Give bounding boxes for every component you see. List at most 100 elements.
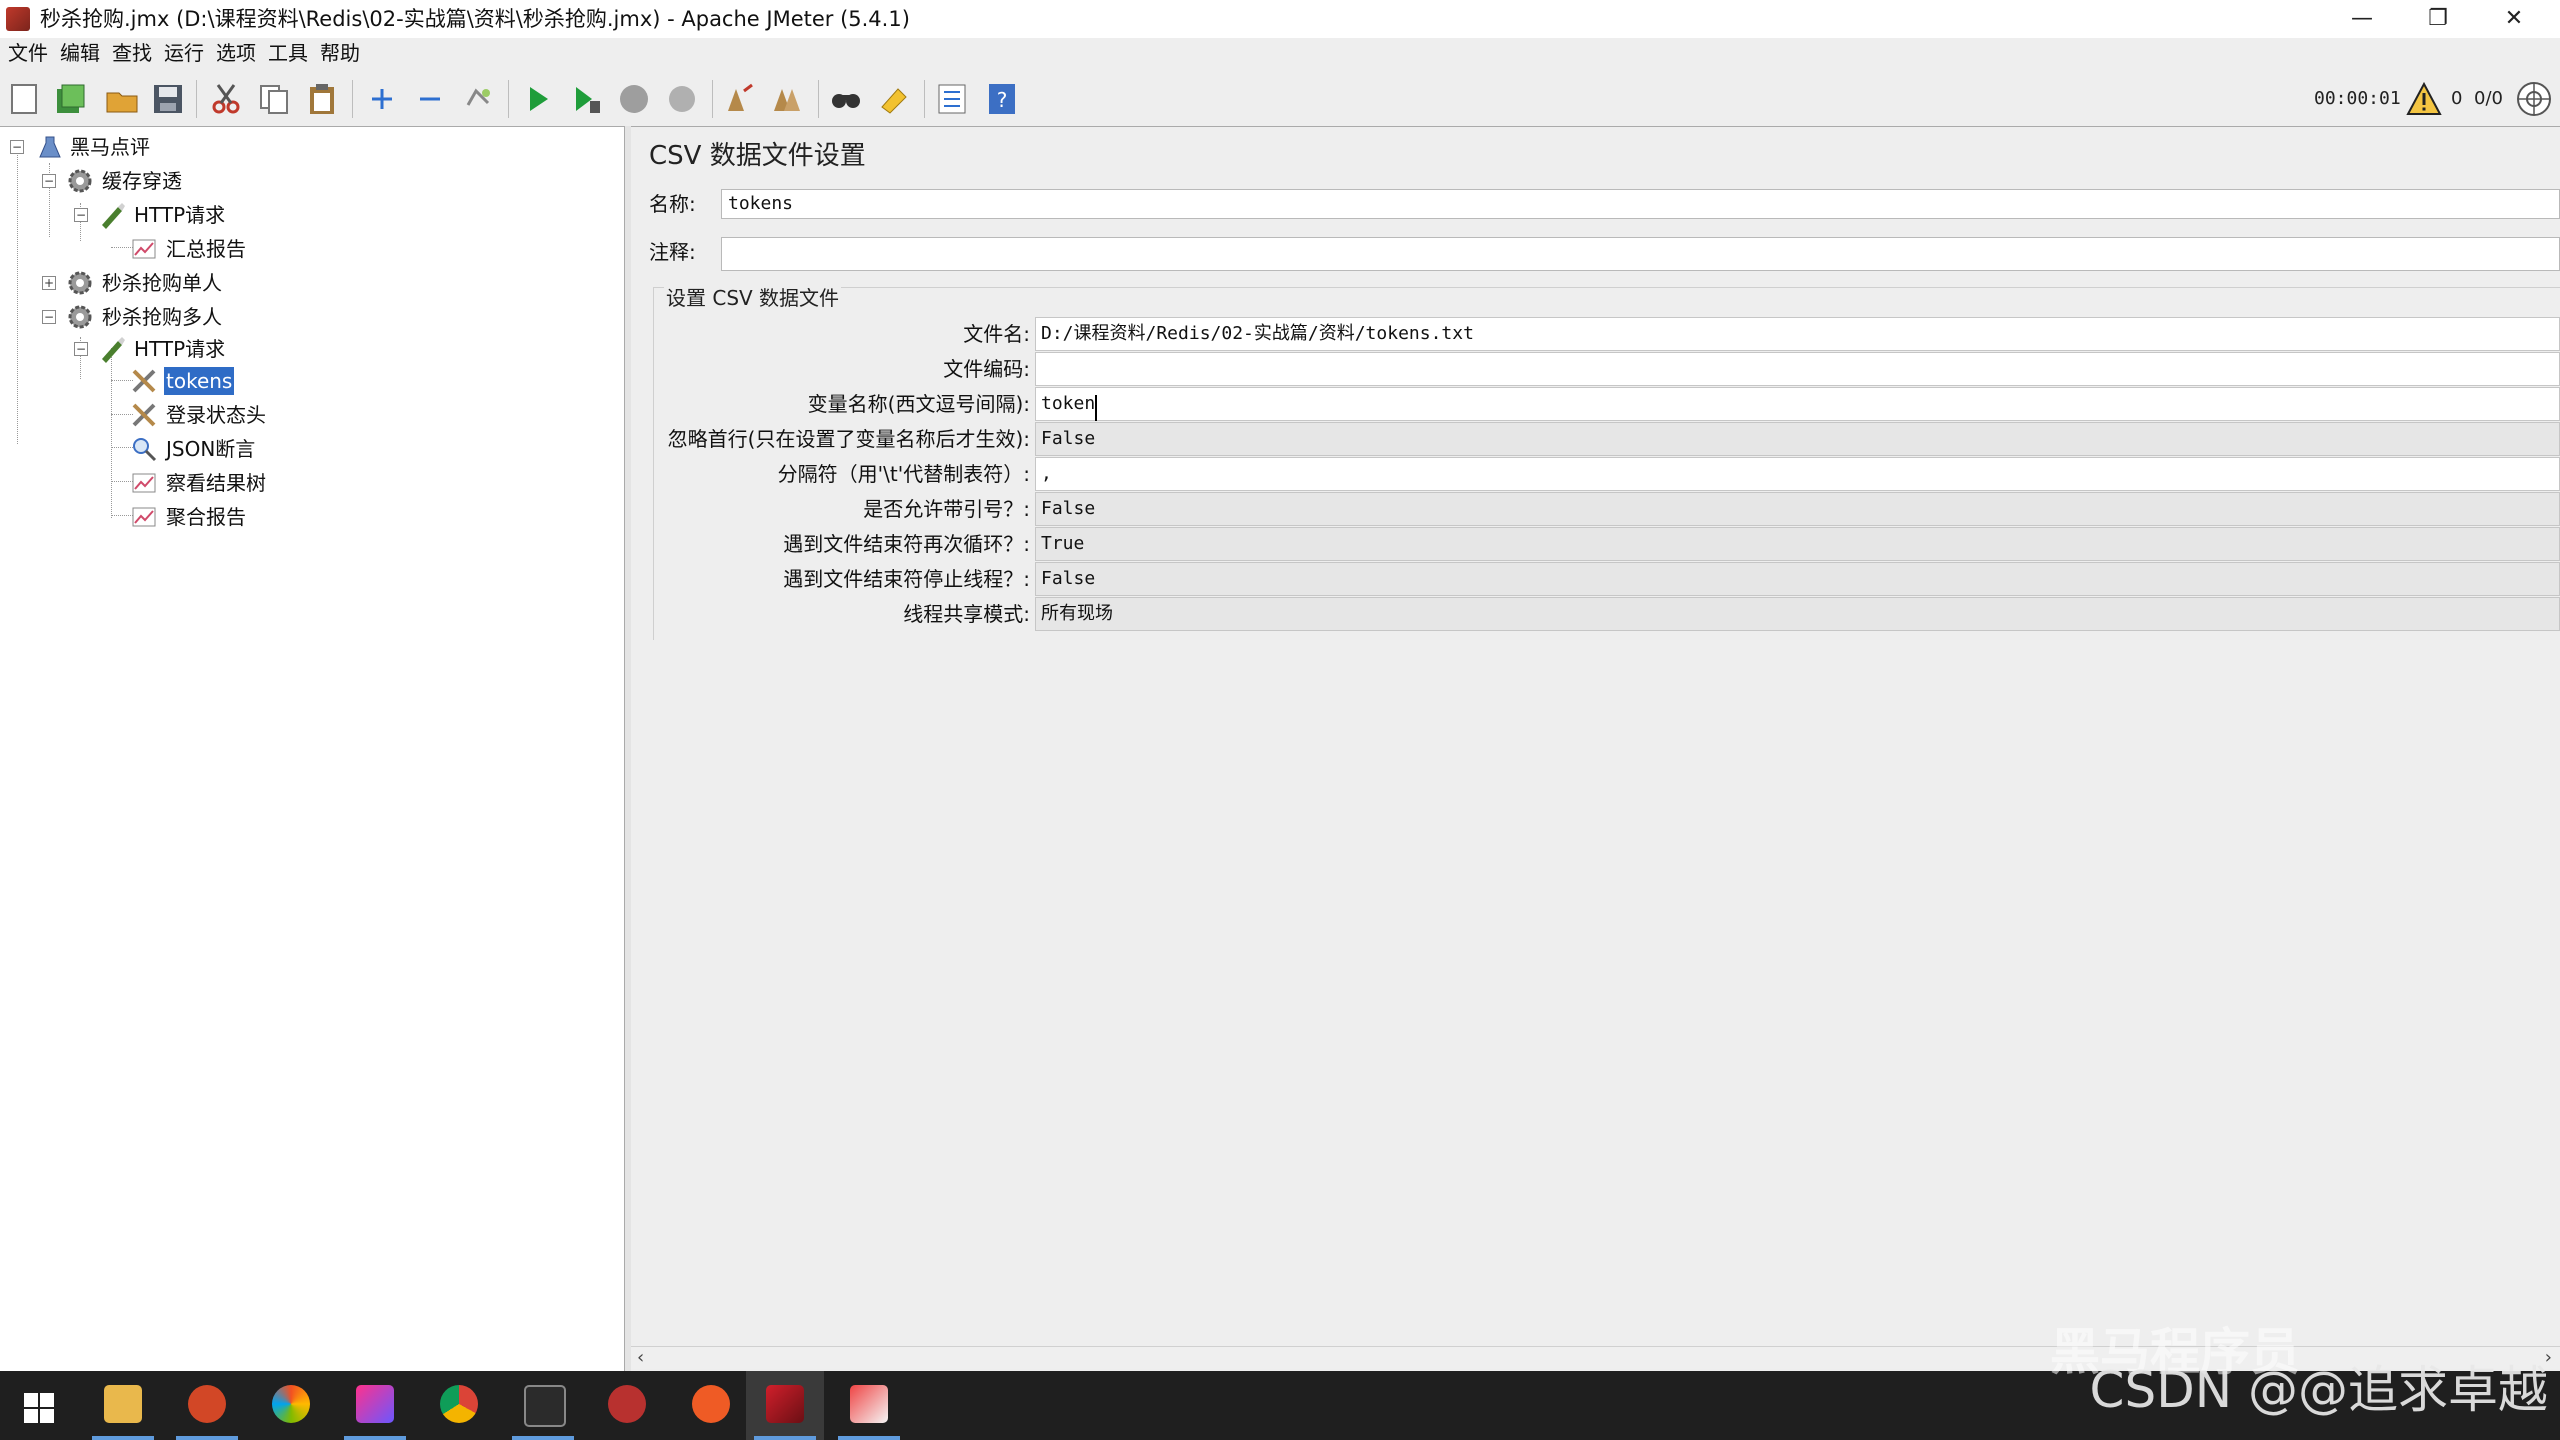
clear-icon[interactable]: [722, 81, 758, 117]
thread-group-gear-icon: [66, 303, 94, 331]
intellij-idea-icon[interactable]: [336, 1371, 414, 1440]
shutdown-icon[interactable]: [664, 81, 700, 117]
test-plan-tree: − 黑马点评 − 缓存穿透 − HTTP请求 汇总报告 + 秒杀抢购单人 − 秒…: [0, 126, 625, 1372]
delimiter-field[interactable]: ,: [1035, 457, 2560, 491]
tree-label-thread-group: 秒杀抢购单人: [102, 271, 222, 295]
collapse-toggle[interactable]: −: [10, 140, 24, 154]
toolbar-separator: [712, 80, 713, 118]
warning-count: 0: [2451, 88, 2463, 109]
collapse-toggle[interactable]: −: [42, 174, 56, 188]
scroll-left-arrow-icon[interactable]: ‹: [637, 1347, 644, 1369]
notes-app-icon[interactable]: [830, 1371, 908, 1440]
expand-icon[interactable]: [364, 81, 400, 117]
toggle-icon[interactable]: [460, 81, 496, 117]
menu-run[interactable]: 运行: [158, 38, 210, 68]
redis-desktop-icon[interactable]: [588, 1371, 666, 1440]
page-title: CSV 数据文件设置: [649, 141, 866, 171]
toolbar-separator: [352, 80, 353, 118]
stop-icon[interactable]: [616, 81, 652, 117]
title-bar: 秒杀抢购.jmx (D:\课程资料\Redis\02-实战篇\资料\秒杀抢购.j…: [0, 0, 2560, 38]
file-encoding-label: 文件编码:: [943, 357, 1030, 381]
save-icon[interactable]: [150, 81, 186, 117]
tree-node-http-request[interactable]: − HTTP请求: [0, 199, 620, 231]
menu-search[interactable]: 查找: [106, 38, 158, 68]
menu-edit[interactable]: 编辑: [54, 38, 106, 68]
window-title: 秒杀抢购.jmx (D:\课程资料\Redis\02-实战篇\资料\秒杀抢购.j…: [40, 7, 910, 31]
listener-chart-icon: [130, 469, 158, 497]
tree-label-aggregate-report: 聚合报告: [166, 505, 246, 529]
templates-icon[interactable]: [52, 81, 88, 117]
tree-label-summary-report: 汇总报告: [166, 237, 246, 261]
tree-node-thread-group[interactable]: − 缓存穿透: [0, 165, 620, 197]
menu-tools[interactable]: 工具: [262, 38, 314, 68]
powerpoint-icon[interactable]: [168, 1371, 246, 1440]
terminal-icon[interactable]: [504, 1371, 582, 1440]
close-button[interactable]: ✕: [2476, 0, 2552, 38]
new-icon[interactable]: [6, 81, 42, 117]
tree-node-thread-group[interactable]: + 秒杀抢购单人: [0, 267, 620, 299]
copy-icon[interactable]: [256, 81, 292, 117]
ignore-first-line-select[interactable]: False: [1035, 422, 2560, 456]
remote-engines-icon[interactable]: [2515, 80, 2553, 118]
menu-file[interactable]: 文件: [2, 38, 54, 68]
filename-field[interactable]: D:/课程资料/Redis/02-实战篇/资料/tokens.txt: [1035, 317, 2560, 351]
collapse-toggle[interactable]: −: [74, 342, 88, 356]
clear-all-icon[interactable]: [770, 81, 806, 117]
thread-group-gear-icon: [66, 269, 94, 297]
reset-search-icon[interactable]: [876, 81, 912, 117]
recycle-on-eof-select[interactable]: True: [1035, 527, 2560, 561]
listener-chart-icon: [130, 503, 158, 531]
browser-icon[interactable]: [252, 1371, 330, 1440]
toolbar-separator: [818, 80, 819, 118]
warning-icon[interactable]: [2406, 81, 2442, 116]
csdn-watermark: CSDN @@追求卓越: [2089, 1361, 2548, 1419]
search-icon[interactable]: [828, 81, 864, 117]
config-tools-icon: [130, 401, 158, 429]
ignore-first-line-label: 忽略首行(只在设置了变量名称后才生效):: [667, 427, 1030, 451]
minimize-button[interactable]: —: [2324, 0, 2400, 38]
start-icon[interactable]: [520, 81, 556, 117]
tree-label-http-request: HTTP请求: [134, 203, 226, 227]
tree-node-test-plan[interactable]: − 黑马点评: [0, 131, 620, 163]
stop-thread-on-eof-label: 遇到文件结束符停止线程？:: [783, 567, 1030, 591]
collapse-toggle[interactable]: −: [42, 310, 56, 324]
function-helper-icon[interactable]: [934, 81, 970, 117]
config-tools-icon: [130, 367, 158, 395]
collapse-icon[interactable]: [412, 81, 448, 117]
help-icon[interactable]: ?: [984, 81, 1020, 117]
menu-options[interactable]: 选项: [210, 38, 262, 68]
comment-field[interactable]: [721, 237, 2560, 271]
svg-text:?: ?: [997, 88, 1008, 112]
variable-names-field[interactable]: token: [1035, 387, 2560, 421]
tree-label-json-assertion: JSON断言: [166, 437, 256, 461]
stop-thread-on-eof-select[interactable]: False: [1035, 562, 2560, 596]
toolbar-separator: [924, 80, 925, 118]
tree-label-results-tree: 察看结果树: [166, 471, 266, 495]
delimiter-label: 分隔符（用'\t'代替制表符）:: [777, 462, 1030, 486]
csv-group-title: 设置 CSV 数据文件: [664, 283, 842, 313]
tree-node-summary-report[interactable]: 汇总报告: [0, 233, 620, 265]
file-explorer-icon[interactable]: [84, 1371, 162, 1440]
tree-label-thread-group: 缓存穿透: [102, 169, 182, 193]
maximize-button[interactable]: ❐: [2400, 0, 2476, 38]
collapse-toggle[interactable]: −: [74, 208, 88, 222]
jmeter-taskbar-icon[interactable]: [746, 1371, 824, 1440]
allow-quoted-select[interactable]: False: [1035, 492, 2560, 526]
tree-label-http-request: HTTP请求: [134, 337, 226, 361]
cut-icon[interactable]: [208, 81, 244, 117]
expand-toggle[interactable]: +: [42, 276, 56, 290]
windows-start-icon[interactable]: [0, 1371, 78, 1440]
open-icon[interactable]: [104, 81, 140, 117]
toolbar-separator: [196, 80, 197, 118]
comment-label: 注释:: [649, 240, 696, 264]
assertion-magnifier-icon: [130, 435, 158, 463]
postman-icon[interactable]: [672, 1371, 750, 1440]
start-no-pause-icon[interactable]: [568, 81, 604, 117]
menu-help[interactable]: 帮助: [314, 38, 366, 68]
chrome-icon[interactable]: [420, 1371, 498, 1440]
file-encoding-field[interactable]: [1035, 352, 2560, 386]
paste-icon[interactable]: [304, 81, 340, 117]
name-field[interactable]: tokens: [721, 189, 2560, 219]
name-label: 名称:: [649, 192, 696, 216]
sharing-mode-select[interactable]: 所有现场: [1035, 597, 2560, 631]
